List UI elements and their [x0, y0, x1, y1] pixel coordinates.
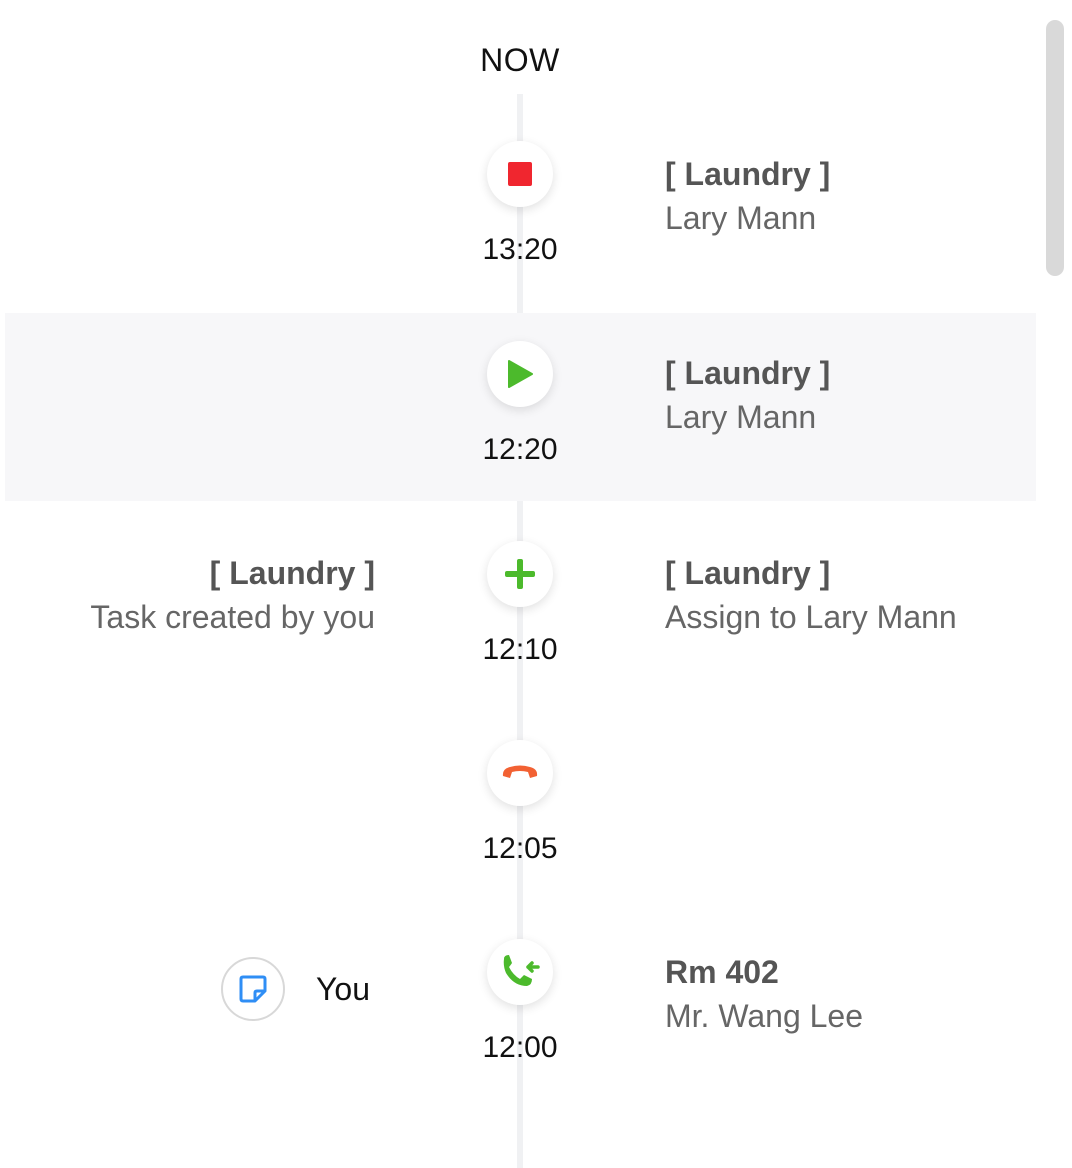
incoming-call-node[interactable] — [487, 939, 553, 1005]
hang-up-phone-icon — [502, 765, 538, 778]
event-title: [ Laundry ] — [665, 355, 831, 391]
note-author[interactable]: You — [221, 957, 370, 1021]
plus-icon — [505, 559, 535, 589]
event-left-detail[interactable]: [ Laundry ] Task created by you — [90, 551, 375, 639]
event-detail[interactable]: [ Laundry ] Assign to Lary Mann — [665, 551, 957, 639]
event-time: 13:20 — [482, 233, 558, 266]
note-icon — [239, 975, 267, 1003]
event-note: Task created by you — [90, 599, 375, 635]
event-title: [ Laundry ] — [209, 555, 375, 591]
stop-status-node[interactable] — [487, 141, 553, 207]
call-ended-node[interactable] — [487, 740, 553, 806]
event-title: [ Laundry ] — [665, 156, 831, 192]
event-detail[interactable]: [ Laundry ] Lary Mann — [665, 152, 830, 240]
author-label: You — [316, 970, 370, 1007]
incoming-call-icon — [503, 955, 540, 986]
event-time: 12:10 — [482, 633, 558, 666]
room-number: Rm 402 — [665, 954, 779, 990]
now-label: NOW — [480, 42, 560, 78]
scrollbar-thumb[interactable] — [1046, 20, 1064, 276]
stop-icon — [508, 162, 532, 186]
guest-name: Mr. Wang Lee — [665, 998, 864, 1034]
start-status-node[interactable] — [487, 341, 553, 407]
event-assignee: Assign to Lary Mann — [665, 599, 957, 635]
event-time: 12:20 — [482, 433, 558, 466]
play-icon — [508, 360, 533, 388]
event-detail[interactable]: [ Laundry ] Lary Mann — [665, 351, 830, 439]
event-time: 12:00 — [482, 1031, 558, 1064]
note-button[interactable] — [221, 957, 285, 1021]
create-task-node[interactable] — [487, 541, 553, 607]
event-detail[interactable]: Rm 402 Mr. Wang Lee — [665, 950, 863, 1038]
event-assignee: Lary Mann — [665, 399, 817, 435]
event-title: [ Laundry ] — [665, 555, 831, 591]
event-time: 12:05 — [482, 832, 558, 865]
event-assignee: Lary Mann — [665, 200, 817, 236]
